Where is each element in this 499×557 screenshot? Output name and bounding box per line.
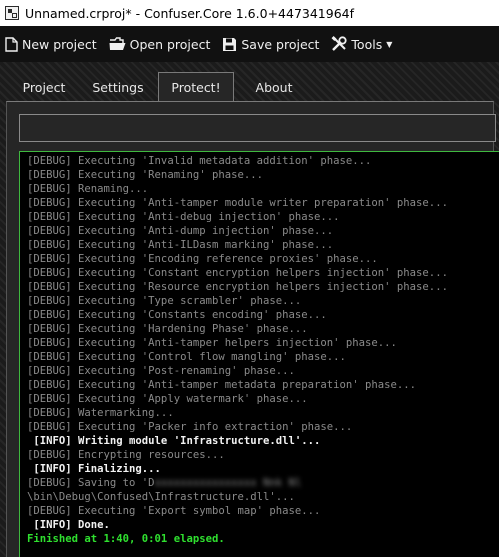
log-line: [DEBUG] Executing 'Hardening Phase' phas… [27, 322, 499, 336]
tab-settings-label: Settings [92, 79, 144, 95]
log-line-text: [DEBUG] Executing 'Post-renaming' phase.… [27, 365, 295, 377]
log-line: Finished at 1:40, 0:01 elapsed. [27, 532, 499, 546]
log-line-text: [INFO] Done. [27, 519, 110, 531]
save-project-button[interactable]: Save project [222, 37, 319, 52]
app-icon [5, 6, 19, 20]
log-line-text: [INFO] Finalizing... [27, 463, 161, 475]
log-line-text: [DEBUG] Executing 'Type scrambler' phase… [27, 295, 302, 307]
redacted-path: xxxxxxxxxxxxxxxx Nnk Nl [154, 477, 302, 489]
tools-menu-button[interactable]: Tools ▼ [331, 36, 392, 52]
progress-bar [19, 114, 496, 142]
log-line: [DEBUG] Executing 'Export symbol map' ph… [27, 504, 499, 518]
log-line: [DEBUG] Executing 'Post-renaming' phase.… [27, 364, 499, 378]
log-line-text: [DEBUG] Executing 'Hardening Phase' phas… [27, 323, 308, 335]
log-line-text: [DEBUG] Executing 'Control flow mangling… [27, 351, 346, 363]
log-output[interactable]: [DEBUG] Executing 'Invalid metadata addi… [19, 151, 499, 557]
log-line: [DEBUG] Executing 'Anti-dump injection' … [27, 224, 499, 238]
log-line: [INFO] Finalizing... [27, 462, 499, 476]
log-line-text: [DEBUG] Encrypting resources... [27, 449, 225, 461]
log-line-text: [DEBUG] Executing 'Constant encryption h… [27, 267, 448, 279]
new-project-label: New project [22, 36, 97, 52]
log-line-text: [DEBUG] Executing 'Anti-ILDasm marking' … [27, 239, 334, 251]
log-line-text: [DEBUG] Executing 'Anti-debug injection'… [27, 211, 340, 223]
log-line: [DEBUG] Executing 'Control flow mangling… [27, 350, 499, 364]
log-line-text: [DEBUG] Executing 'Constants encoding' p… [27, 309, 327, 321]
log-line: [DEBUG] Executing 'Anti-tamper metadata … [27, 378, 499, 392]
log-line: [DEBUG] Executing 'Apply watermark' phas… [27, 392, 499, 406]
log-line-text: [DEBUG] Executing 'Anti-tamper metadata … [27, 379, 417, 391]
log-line: [DEBUG] Executing 'Anti-debug injection'… [27, 210, 499, 224]
tab-project[interactable]: Project [10, 72, 78, 102]
tab-protect[interactable]: Protect! [158, 72, 234, 102]
log-line-text: [DEBUG] Executing 'Anti-tamper module wr… [27, 197, 448, 209]
chevron-down-icon: ▼ [386, 39, 393, 49]
open-project-button[interactable]: Open project [109, 36, 211, 52]
log-line-text: [DEBUG] Saving to 'D [27, 477, 155, 489]
log-line: [DEBUG] Saving to 'Dxxxxxxxxxxxxxxxx Nnk… [27, 476, 499, 490]
tab-about-label: About [255, 79, 293, 95]
log-line: [DEBUG] Executing 'Encoding reference pr… [27, 252, 499, 266]
new-project-button[interactable]: New project [5, 37, 97, 52]
log-line-text: [DEBUG] Executing 'Packer info extractio… [27, 421, 353, 433]
log-line: \bin\Debug\Confused\Infrastructure.dll'.… [27, 490, 499, 504]
log-line: [DEBUG] Executing 'Packer info extractio… [27, 420, 499, 434]
open-project-label: Open project [129, 36, 211, 52]
log-line: [DEBUG] Watermarking... [27, 406, 499, 420]
log-line-text: [DEBUG] Renaming... [27, 183, 149, 195]
tab-strip: Project Settings Protect! About [10, 72, 314, 102]
log-line: [DEBUG] Executing 'Type scrambler' phase… [27, 294, 499, 308]
log-line: [DEBUG] Executing 'Anti-tamper helpers i… [27, 336, 499, 350]
log-line-text: \bin\Debug\Confused\Infrastructure.dll'.… [27, 491, 295, 503]
log-line-text: [DEBUG] Executing 'Apply watermark' phas… [27, 393, 308, 405]
log-line-text: [DEBUG] Executing 'Export symbol map' ph… [27, 505, 321, 517]
tab-project-label: Project [22, 79, 66, 95]
tab-protect-label: Protect! [171, 80, 221, 95]
log-line: [DEBUG] Executing 'Invalid metadata addi… [27, 154, 499, 168]
log-line-text: [DEBUG] Executing 'Renaming' phase... [27, 169, 263, 181]
log-line: [DEBUG] Executing 'Anti-ILDasm marking' … [27, 238, 499, 252]
log-line-text: [DEBUG] Executing 'Anti-dump injection' … [27, 225, 334, 237]
log-line: [INFO] Writing module 'Infrastructure.dl… [27, 434, 499, 448]
log-line-text: [DEBUG] Watermarking... [27, 407, 174, 419]
log-line: [DEBUG] Executing 'Constants encoding' p… [27, 308, 499, 322]
log-line-text: [DEBUG] Executing 'Invalid metadata addi… [27, 155, 372, 167]
toolbar: New project Open project Save project To… [0, 26, 499, 62]
log-line: [DEBUG] Executing 'Anti-tamper module wr… [27, 196, 499, 210]
log-line: [DEBUG] Encrypting resources... [27, 448, 499, 462]
folder-icon [109, 37, 126, 50]
new-file-icon [5, 36, 18, 52]
save-icon [223, 37, 237, 51]
log-line-text: Finished at 1:40, 0:01 elapsed. [27, 533, 225, 545]
title-bar: Unnamed.crproj* - Confuser.Core 1.6.0+44… [0, 0, 499, 26]
log-line-text: [DEBUG] Executing 'Anti-tamper helpers i… [27, 337, 397, 349]
window-title: Unnamed.crproj* - Confuser.Core 1.6.0+44… [25, 5, 355, 21]
log-line: [DEBUG] Executing 'Constant encryption h… [27, 266, 499, 280]
tab-about[interactable]: About [240, 72, 308, 102]
log-line: [INFO] Done. [27, 518, 499, 532]
log-line: [DEBUG] Executing 'Renaming' phase... [27, 168, 499, 182]
tools-icon [331, 36, 348, 51]
tab-settings[interactable]: Settings [84, 72, 152, 102]
log-line: [DEBUG] Executing 'Resource encryption h… [27, 280, 499, 294]
log-line-text: [INFO] Writing module 'Infrastructure.dl… [27, 435, 321, 447]
log-line-text: [DEBUG] Executing 'Resource encryption h… [27, 281, 448, 293]
log-line: [DEBUG] Renaming... [27, 182, 499, 196]
tools-label: Tools [351, 36, 383, 52]
save-project-label: Save project [241, 36, 320, 52]
log-line-text: [DEBUG] Executing 'Encoding reference pr… [27, 253, 378, 265]
